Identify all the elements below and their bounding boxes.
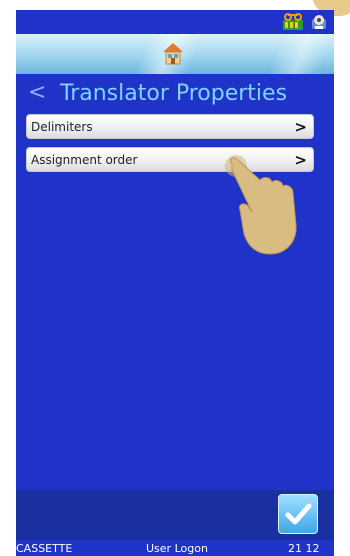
checkmark-icon	[285, 503, 312, 525]
device-screen: < Translator Properties Delimiters > Ass…	[16, 10, 334, 556]
footer-cassette-label: CASSETTE	[16, 542, 73, 555]
home-bar[interactable]	[16, 34, 334, 74]
status-footer: CASSETTE User Logon 21 12	[16, 540, 334, 556]
menu-item-label: Assignment order	[31, 153, 138, 167]
back-button[interactable]: <	[28, 80, 46, 106]
status-bar	[16, 10, 334, 34]
printer-icon	[312, 15, 326, 29]
menu-item-delimiters[interactable]: Delimiters >	[26, 114, 314, 139]
title-bar: < Translator Properties	[16, 74, 334, 114]
page-title: Translator Properties	[60, 81, 288, 106]
tap-hand-icon	[225, 155, 297, 255]
footer-user-logon[interactable]: User Logon	[146, 542, 208, 555]
cassette-icon	[283, 13, 303, 30]
home-icon[interactable]	[162, 42, 184, 66]
menu-item-label: Delimiters	[31, 120, 93, 134]
chevron-right-icon: >	[294, 118, 307, 136]
footer-time: 21 12	[288, 542, 320, 555]
confirm-button[interactable]	[278, 494, 318, 534]
